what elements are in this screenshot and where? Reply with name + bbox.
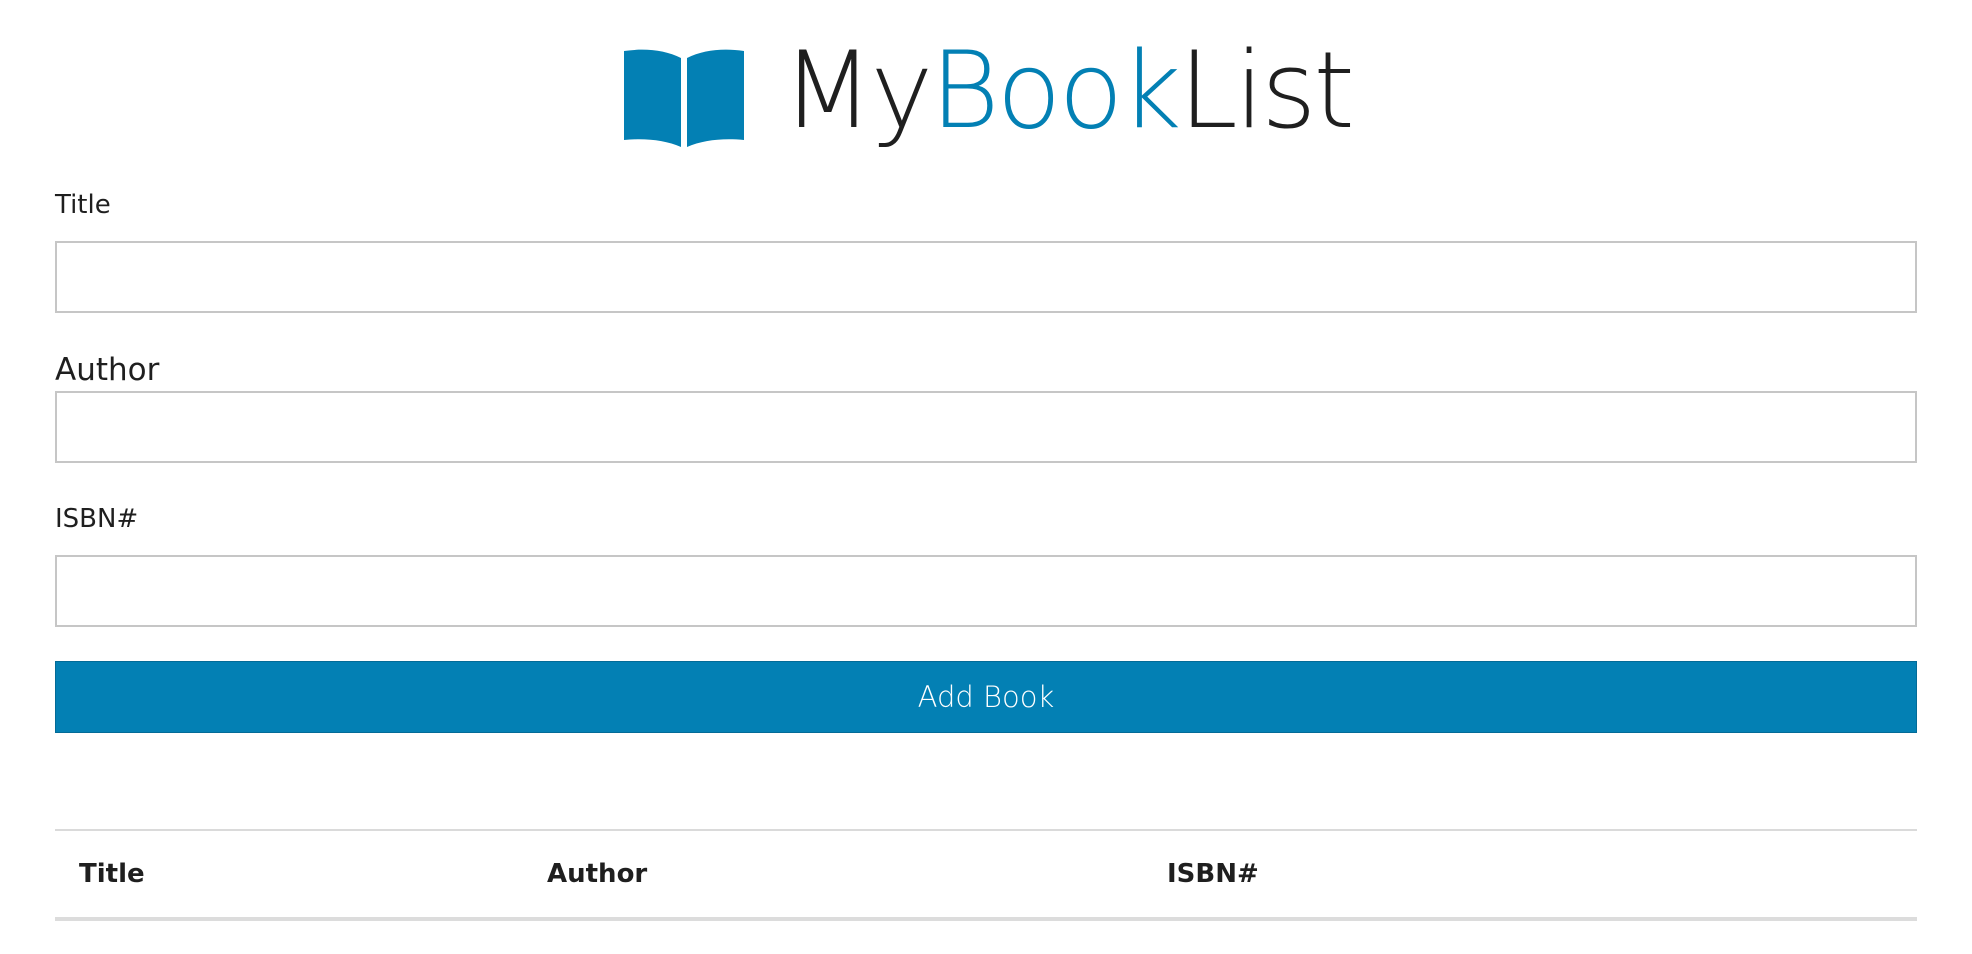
book-table-header: Title Author ISBN# bbox=[55, 831, 1917, 919]
brand-title: MyBookList bbox=[782, 38, 1355, 144]
add-book-button[interactable]: Add Book bbox=[55, 661, 1917, 733]
brand-part-book: Book bbox=[930, 29, 1181, 152]
table-header-divider bbox=[55, 917, 1917, 921]
page-header: MyBookList bbox=[0, 38, 1972, 170]
title-label: Title bbox=[55, 190, 111, 220]
column-header-isbn: ISBN# bbox=[1167, 859, 1259, 889]
brand-part-list: List bbox=[1178, 29, 1355, 152]
column-header-title: Title bbox=[79, 859, 145, 889]
title-input[interactable] bbox=[55, 241, 1917, 313]
author-label: Author bbox=[55, 352, 160, 388]
author-input[interactable] bbox=[55, 391, 1917, 463]
book-open-icon bbox=[624, 49, 744, 147]
brand-part-my: My bbox=[782, 29, 933, 152]
isbn-input[interactable] bbox=[55, 555, 1917, 627]
isbn-label: ISBN# bbox=[55, 504, 139, 534]
column-header-author: Author bbox=[547, 859, 648, 889]
logo: MyBookList bbox=[620, 38, 1355, 148]
